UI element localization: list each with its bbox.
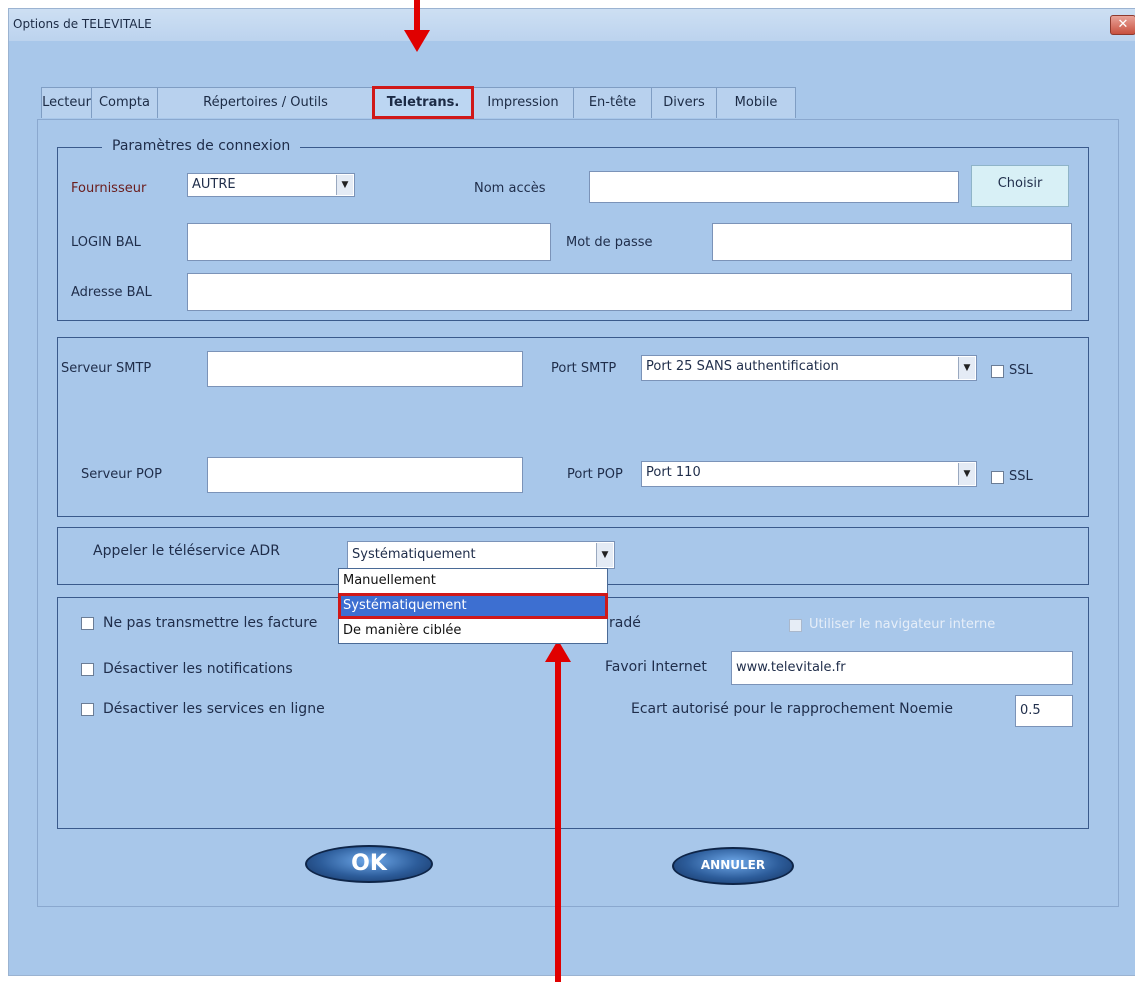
adr-label: Appeler le téléservice ADR [93, 543, 280, 559]
tab-divers[interactable]: Divers [651, 87, 717, 118]
nom-acces-label: Nom accès [474, 181, 546, 196]
tab-lecteur[interactable]: Lecteur [41, 87, 92, 118]
disable-notifications-checkbox[interactable] [81, 663, 94, 676]
tab-impression[interactable]: Impression [472, 87, 574, 118]
internal-browser-label[interactable]: Utiliser le navigateur interne [809, 617, 995, 632]
serveur-smtp-label: Serveur SMTP [61, 361, 152, 376]
chevron-down-icon[interactable]: ▼ [336, 175, 353, 195]
pop-ssl-label: SSL [1009, 469, 1033, 484]
port-pop-value: Port 110 [646, 465, 701, 480]
cancel-button[interactable]: ANNULER [672, 847, 794, 885]
tab-teletrans[interactable]: Teletrans. [372, 86, 474, 119]
adresse-bal-label: Adresse BAL [71, 285, 152, 300]
tab-mobile[interactable]: Mobile [716, 87, 796, 118]
port-smtp-label: Port SMTP [551, 361, 617, 376]
dropdown-option-manuellement[interactable]: Manuellement [339, 569, 607, 593]
disable-online-services-checkbox[interactable] [81, 703, 94, 716]
ok-button[interactable]: OK [305, 845, 433, 883]
ecart-noemie-field[interactable]: 0.5 [1015, 695, 1073, 727]
serveur-smtp-field[interactable] [207, 351, 523, 387]
ecart-noemie-label: Ecart autorisé pour le rapprochement Noe… [631, 701, 953, 717]
dropdown-option-systematiquement[interactable]: Systématiquement [338, 593, 608, 619]
connection-legend: Paramètres de connexion [102, 138, 301, 154]
port-pop-label: Port POP [567, 467, 623, 482]
title-bar: Options de TELEVITALE ✕ [9, 9, 1135, 41]
internal-browser-checkbox[interactable] [789, 619, 802, 632]
serveur-pop-label: Serveur POP [81, 467, 162, 482]
choisir-button[interactable]: Choisir [971, 165, 1069, 207]
smtp-ssl-label: SSL [1009, 363, 1033, 378]
no-transmit-suffix: radé [609, 615, 641, 631]
mot-de-passe-label: Mot de passe [566, 235, 653, 250]
favori-internet-field[interactable]: www.televitale.fr [731, 651, 1073, 685]
pop-ssl-checkbox[interactable] [991, 471, 1004, 484]
options-window: Options de TELEVITALE ✕ Lecteur Compta R… [8, 8, 1135, 976]
no-transmit-checkbox[interactable] [81, 617, 94, 630]
close-button[interactable]: ✕ [1110, 15, 1135, 35]
chevron-down-icon[interactable]: ▼ [958, 463, 975, 485]
mot-de-passe-field[interactable] [712, 223, 1072, 261]
disable-notifications-label: Désactiver les notifications [103, 661, 293, 677]
port-smtp-select[interactable]: Port 25 SANS authentification ▼ [641, 355, 977, 381]
login-bal-field[interactable] [187, 223, 551, 261]
favori-internet-label: Favori Internet [605, 659, 707, 675]
window-title: Options de TELEVITALE [13, 17, 152, 31]
tab-en-tete[interactable]: En-tête [573, 87, 652, 118]
port-smtp-value: Port 25 SANS authentification [646, 359, 839, 374]
smtp-ssl-checkbox[interactable] [991, 365, 1004, 378]
fournisseur-value: AUTRE [192, 177, 236, 192]
dropdown-option-de-maniere-ciblee[interactable]: De manière ciblée [339, 619, 607, 643]
disable-online-services-label: Désactiver les services en ligne [103, 701, 325, 717]
adr-dropdown-list: Manuellement Systématiquement De manière… [338, 568, 608, 644]
no-transmit-label: Ne pas transmettre les facture [103, 615, 318, 631]
fournisseur-select[interactable]: AUTRE ▼ [187, 173, 355, 197]
nom-acces-field[interactable] [589, 171, 959, 203]
tab-repertoires-outils[interactable]: Répertoires / Outils [157, 87, 374, 118]
adr-value: Systématiquement [352, 547, 476, 562]
serveur-pop-field[interactable] [207, 457, 523, 493]
adresse-bal-field[interactable] [187, 273, 1072, 311]
chevron-down-icon[interactable]: ▼ [958, 357, 975, 379]
login-bal-label: LOGIN BAL [71, 235, 141, 250]
chevron-down-icon[interactable]: ▼ [596, 543, 613, 567]
adr-select[interactable]: Systématiquement ▼ [347, 541, 615, 569]
fournisseur-label: Fournisseur [71, 181, 147, 196]
tab-compta[interactable]: Compta [91, 87, 158, 118]
port-pop-select[interactable]: Port 110 ▼ [641, 461, 977, 487]
